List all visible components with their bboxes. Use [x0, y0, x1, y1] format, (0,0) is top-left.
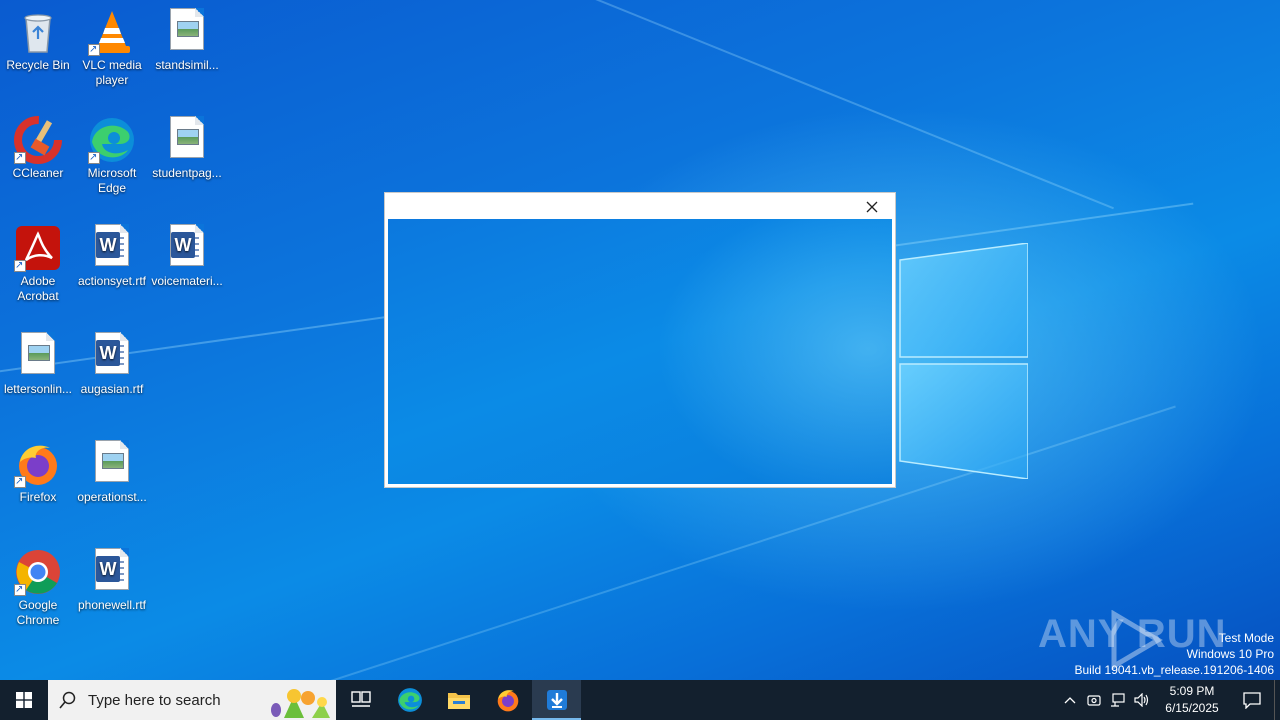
- desktop-icon-augasian[interactable]: W augasian.rtf: [74, 328, 150, 397]
- firefox-icon: [497, 690, 518, 712]
- desktop-icon-lettersonline[interactable]: lettersonlin...: [0, 328, 76, 397]
- desktop-icon-label: lettersonlin...: [3, 382, 73, 396]
- vlc-icon: [88, 8, 136, 57]
- watermark-line: Build 19041.vb_release.191206-1406: [1074, 663, 1275, 677]
- shortcut-arrow-icon: [14, 150, 26, 165]
- word-document-icon: W: [88, 548, 136, 596]
- desktop-icon-voicemateri[interactable]: W voicemateri...: [149, 220, 225, 289]
- meet-now-icon: [1087, 695, 1101, 706]
- desktop-icon-actionsyet[interactable]: W actionsyet.rtf: [74, 220, 150, 289]
- close-button[interactable]: [857, 195, 887, 219]
- chevron-up-icon: [1064, 697, 1076, 704]
- clock-date: 6/15/2025: [1165, 701, 1219, 715]
- volume-icon: [1134, 693, 1149, 707]
- search-placeholder: Type here to search: [88, 691, 221, 709]
- tray-app-button[interactable]: [1082, 680, 1106, 720]
- desktop-icon-label: operationst...: [77, 490, 147, 504]
- dialog-content-area: [388, 219, 892, 484]
- desktop-icon-studentpag[interactable]: studentpag...: [149, 112, 225, 181]
- word-document-icon: W: [88, 332, 136, 380]
- desktop-icon-label: Microsoft Edge: [87, 166, 137, 195]
- desktop-icon-standsimil[interactable]: standsimil...: [149, 4, 225, 73]
- image-file-icon: [163, 8, 211, 56]
- desktop-icon-label: actionsyet.rtf: [77, 274, 147, 288]
- file-explorer-icon: [447, 693, 470, 709]
- action-center-button[interactable]: [1230, 680, 1274, 720]
- desktop-icon-microsoft-edge[interactable]: Microsoft Edge: [74, 112, 150, 196]
- desktop-icon-ccleaner[interactable]: CCleaner: [0, 112, 76, 181]
- word-document-icon: W: [88, 224, 136, 272]
- desktop-icon-label: studentpag...: [152, 166, 222, 180]
- edge-icon: [397, 688, 422, 712]
- search-icon: [48, 691, 88, 709]
- edge-icon: [88, 116, 136, 165]
- desktop-icon-label: Adobe Acrobat: [17, 274, 59, 303]
- desktop-icon-vlc[interactable]: VLC media player: [74, 4, 150, 88]
- windows-start-icon: [16, 692, 32, 708]
- shortcut-arrow-icon: [14, 582, 26, 597]
- taskbar-clock[interactable]: 5:09 PM 6/15/2025: [1154, 683, 1230, 717]
- desktop-icon-label: augasian.rtf: [80, 382, 144, 396]
- watermark-line: Windows 10 Pro: [1186, 647, 1274, 661]
- image-file-icon: [88, 440, 136, 488]
- chrome-icon: [14, 548, 62, 597]
- network-icon: [1111, 693, 1125, 707]
- show-desktop-button[interactable]: [1274, 680, 1280, 720]
- clock-time: 5:09 PM: [1169, 684, 1215, 698]
- desktop-icon-google-chrome[interactable]: Google Chrome: [0, 544, 76, 628]
- tray-overflow-button[interactable]: [1058, 680, 1082, 720]
- task-view-icon: [350, 691, 371, 707]
- wallpaper-beam: [186, 0, 1114, 210]
- recycle-bin-icon: [14, 8, 62, 56]
- desktop-icon-label: voicemateri...: [151, 274, 223, 288]
- taskbar-edge-button[interactable]: [385, 680, 434, 720]
- download-installer-icon: [546, 690, 567, 710]
- watermark-line: Test Mode: [1218, 631, 1274, 645]
- desktop-icon-phonewell[interactable]: W phonewell.rtf: [74, 544, 150, 613]
- image-file-icon: [14, 332, 62, 380]
- system-tray: 5:09 PM 6/15/2025: [1058, 680, 1280, 720]
- desktop-icon-label: Google Chrome: [16, 598, 60, 627]
- desktop-icon-label: VLC media player: [82, 58, 142, 87]
- search-highlight-flowers-icon: [271, 689, 330, 718]
- shortcut-arrow-icon: [88, 42, 100, 57]
- desktop-icon-adobe-acrobat[interactable]: Adobe Acrobat: [0, 220, 76, 304]
- windows-test-mode-watermark: Test Mode Windows 10 Pro Build 19041.vb_…: [1075, 630, 1275, 678]
- task-view-button[interactable]: [336, 680, 385, 720]
- tray-volume-button[interactable]: [1130, 680, 1154, 720]
- desktop-icon-recycle-bin[interactable]: Recycle Bin: [0, 4, 76, 73]
- desktop-icon-label: phonewell.rtf: [77, 598, 147, 612]
- notification-icon: [1243, 692, 1261, 709]
- taskbar-file-explorer-button[interactable]: [434, 680, 483, 720]
- desktop-icon-label: CCleaner: [12, 166, 64, 180]
- shortcut-arrow-icon: [14, 474, 26, 489]
- taskbar-search-box[interactable]: Type here to search: [48, 680, 336, 720]
- ccleaner-icon: [14, 116, 62, 165]
- dialog-titlebar[interactable]: [385, 193, 895, 220]
- close-icon: [866, 201, 878, 213]
- blank-dialog-window[interactable]: [384, 192, 896, 488]
- taskbar-firefox-button[interactable]: [483, 680, 532, 720]
- tray-network-button[interactable]: [1106, 680, 1130, 720]
- desktop-icon-firefox[interactable]: Firefox: [0, 436, 76, 505]
- firefox-icon: [14, 440, 62, 489]
- desktop: Recycle Bin CCleaner Adobe Acrobat lette…: [0, 0, 1280, 680]
- taskbar-installer-button[interactable]: [532, 680, 581, 720]
- acrobat-icon: [14, 224, 62, 273]
- shortcut-arrow-icon: [88, 150, 100, 165]
- start-button[interactable]: [0, 680, 48, 720]
- word-document-icon: W: [163, 224, 211, 272]
- taskbar: Type here to search 5:09 PM 6/15/2025: [0, 680, 1280, 720]
- desktop-icon-label: Firefox: [19, 490, 57, 504]
- image-file-icon: [163, 116, 211, 164]
- desktop-icon-label: standsimil...: [155, 58, 219, 72]
- desktop-icon-label: Recycle Bin: [6, 58, 70, 72]
- desktop-icon-operationst[interactable]: operationst...: [74, 436, 150, 505]
- shortcut-arrow-icon: [14, 258, 26, 273]
